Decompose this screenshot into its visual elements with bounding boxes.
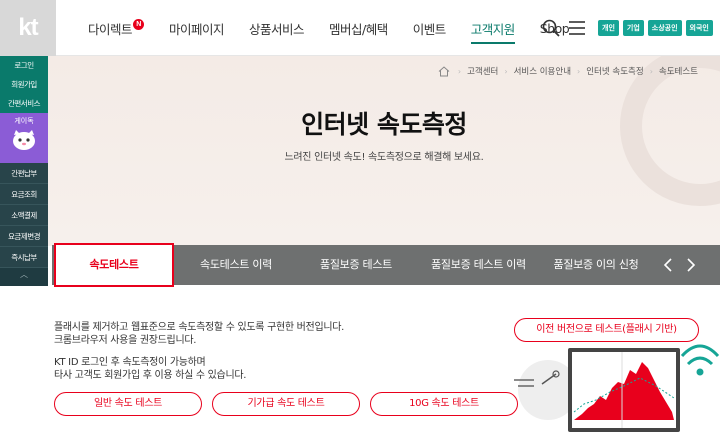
breadcrumb-item-current: 속도테스트 (658, 67, 698, 77)
quick-instant-pay[interactable]: 즉시납부 (0, 247, 48, 268)
breadcrumb-item[interactable]: 서비스 이용안내 (514, 65, 571, 77)
nav-direct-label: 다이렉트 (88, 21, 133, 37)
breadcrumb-separator: › (577, 66, 581, 76)
global-header: kt 다이렉트 N 마이페이지 상품서비스 멤버십/혜택 이벤트 고객지원 Sho… (0, 0, 720, 56)
desc-chrome-recommend: 크롬브라우저 사용을 권장드립니다. (54, 335, 197, 346)
segment-foreigner[interactable]: 외국인 (685, 20, 713, 36)
breadcrumb-item[interactable]: 인터넷 속도측정 (586, 65, 643, 77)
character-icon (13, 130, 35, 150)
nav-products[interactable]: 상품서비스 (249, 19, 305, 38)
tab-quality-test-history[interactable]: 품질보증 테스트 이력 (416, 245, 541, 285)
quick-easy-pay[interactable]: 간편납부 (0, 163, 48, 184)
tab-quality-appeal[interactable]: 품질보증 이의 신청 (541, 245, 651, 285)
page-subtitle: 느려진 인터넷 속도! 속도측정으로 해결해 보세요. (284, 152, 484, 163)
segment-small-business[interactable]: 소상공인 (647, 20, 682, 36)
quick-easy-service[interactable]: 간편서비스 (0, 94, 48, 113)
quick-menu: 로그인 회원가입 간편서비스 게이독 간편납부 요금조회 소액결제 요금제변경 … (0, 56, 48, 286)
kt-logo[interactable]: kt (0, 0, 56, 56)
home-icon[interactable] (438, 65, 450, 77)
segment-buttons: 개인 기업 소상공인 외국인 (598, 20, 713, 36)
nav-direct[interactable]: 다이렉트 N (88, 18, 145, 38)
tab-speed-test[interactable]: 속도테스트 (54, 243, 174, 287)
menu-icon[interactable] (568, 20, 586, 36)
logo-text: kt (18, 14, 38, 41)
tab-speed-test-history[interactable]: 속도테스트 이력 (176, 245, 296, 285)
nav-membership[interactable]: 멤버십/혜택 (329, 19, 388, 38)
breadcrumb-separator: › (649, 66, 653, 76)
quick-signup[interactable]: 회원가입 (0, 75, 48, 94)
desc-other-carrier: 타사 고객도 회원가입 후 이용 하실 수 있습니다. (54, 370, 247, 381)
tab-bar: 속도테스트 속도테스트 이력 품질보증 테스트 품질보증 테스트 이력 품질보증… (52, 243, 720, 287)
nav-support[interactable]: 고객지원 (470, 19, 515, 44)
nav-mypage[interactable]: 마이페이지 (169, 19, 225, 38)
breadcrumb-separator: › (457, 66, 462, 76)
segment-personal[interactable]: 개인 (598, 20, 619, 36)
speed-chart-illustration (514, 344, 720, 432)
page-title: 인터넷 속도측정 (301, 110, 467, 139)
tab-quality-test[interactable]: 품질보증 테스트 (296, 245, 416, 285)
quick-plan-change[interactable]: 요금제변경 (0, 226, 48, 247)
quick-banner-title: 게이독 (14, 117, 34, 125)
breadcrumb-item[interactable]: 고객센터 (467, 65, 498, 77)
quick-banner[interactable]: 게이독 (0, 113, 48, 163)
breadcrumb-separator: › (504, 66, 508, 76)
nav-event[interactable]: 이벤트 (413, 19, 447, 38)
new-badge: N (133, 18, 145, 30)
breadcrumb: › 고객센터 › 서비스 이용안내 › 인터넷 속도측정 › 속도테스트 (438, 65, 698, 77)
normal-speed-test-button[interactable]: 일반 속도 테스트 (54, 392, 202, 416)
quick-bill-inquiry[interactable]: 요금조회 (0, 184, 48, 205)
quick-micropayment[interactable]: 소액결제 (0, 205, 48, 226)
tab-prev-arrow-icon[interactable] (661, 255, 675, 275)
giga-speed-test-button[interactable]: 기가급 속도 테스트 (212, 392, 360, 416)
tab-next-arrow-icon[interactable] (684, 255, 698, 275)
scroll-up-icon[interactable]: ︿ (0, 268, 48, 282)
quick-login[interactable]: 로그인 (0, 56, 48, 75)
search-icon[interactable] (542, 19, 560, 37)
10g-speed-test-button[interactable]: 10G 속도 테스트 (370, 392, 518, 416)
segment-business[interactable]: 기업 (622, 20, 644, 36)
page-visual: › 고객센터 › 서비스 이용안내 › 인터넷 속도측정 › 속도테스트 인터넷… (48, 56, 720, 246)
main-nav: 다이렉트 N 마이페이지 상품서비스 멤버십/혜택 이벤트 고객지원 Shop (88, 0, 594, 56)
